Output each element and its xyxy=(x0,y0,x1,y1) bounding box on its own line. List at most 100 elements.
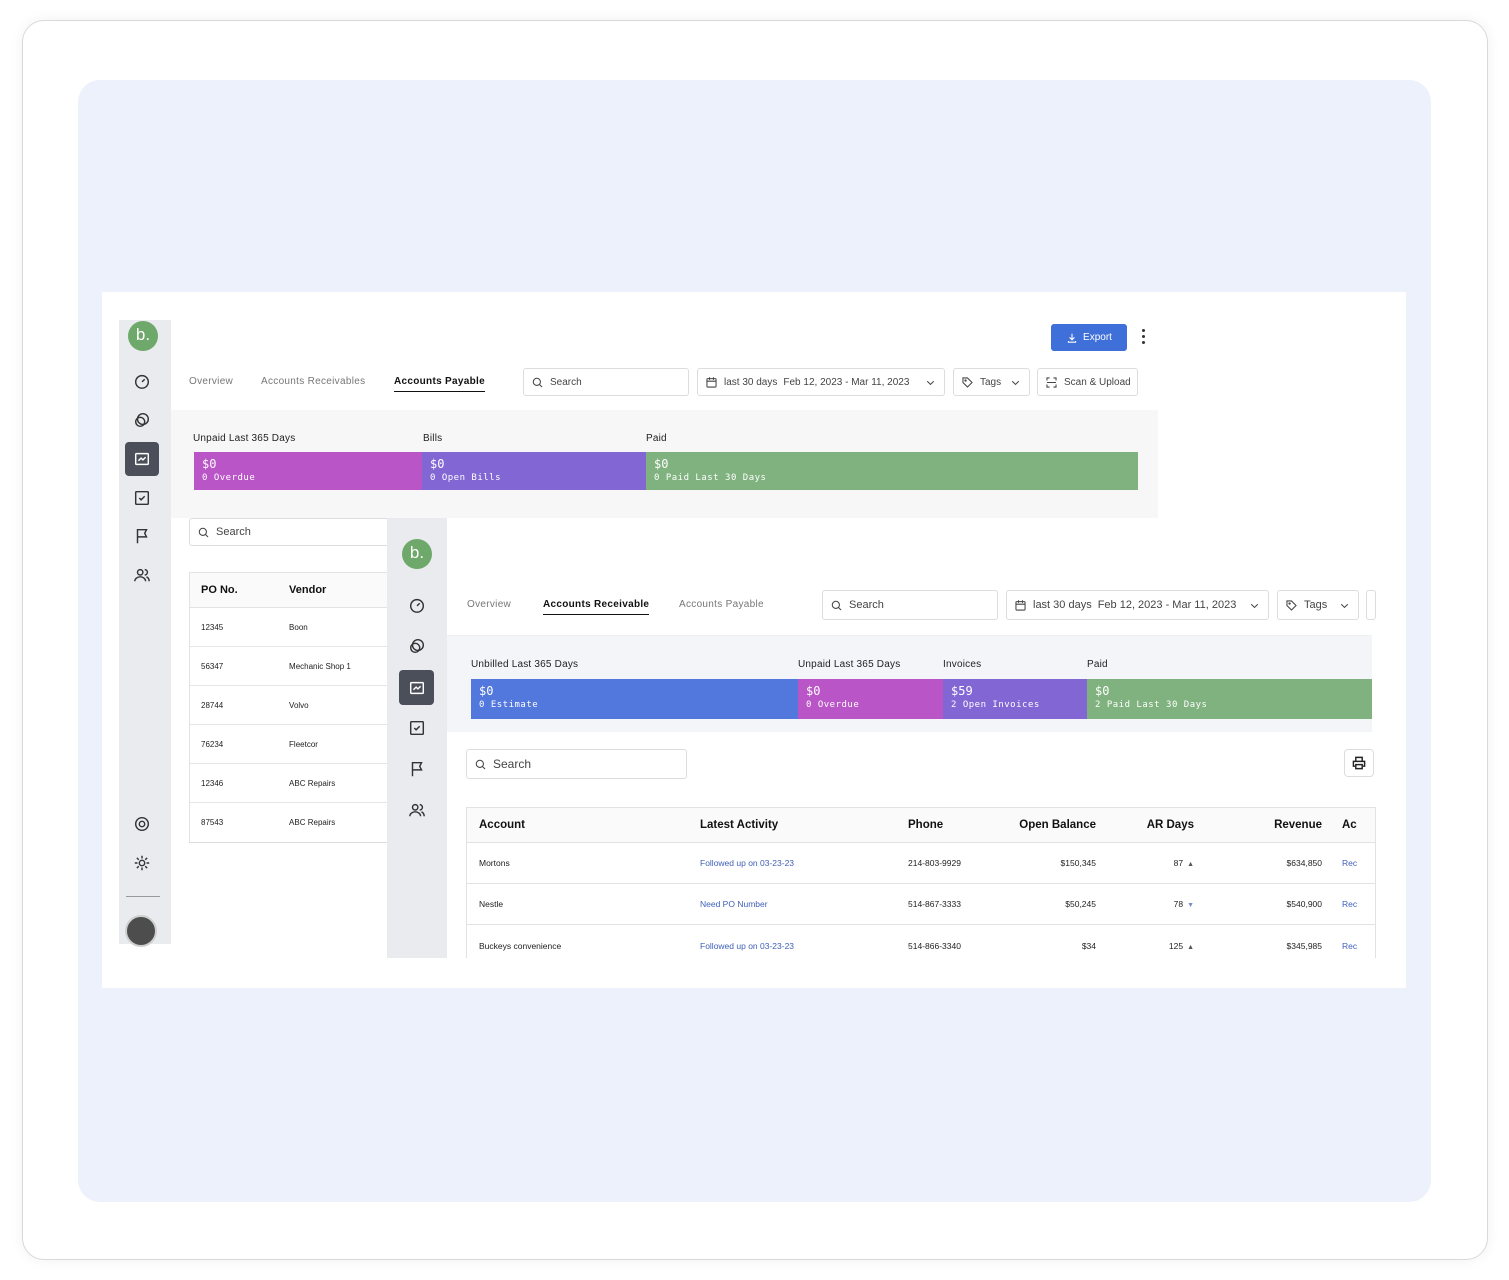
export-button[interactable]: Export xyxy=(1051,324,1127,351)
checkbox-icon[interactable] xyxy=(125,481,159,515)
front-sidebar: b. xyxy=(387,518,447,958)
table-row[interactable]: 12346 ABC Repairs xyxy=(190,764,387,803)
activity-link[interactable]: Followed up on 03-23-23 xyxy=(700,858,908,868)
scan-icon xyxy=(1046,376,1057,388)
stat-label-paid: Paid xyxy=(1087,659,1108,670)
stat-card-open-invoices[interactable]: $59 2 Open Invoices xyxy=(943,679,1087,719)
back-date-range-select[interactable]: last 30 days Feb 12, 2023 - Mar 11, 2023 xyxy=(697,368,945,396)
tab-accounts-payable[interactable]: Accounts Payable xyxy=(679,599,764,610)
back-table-search[interactable]: Search xyxy=(189,518,394,546)
invoice-icon[interactable] xyxy=(399,670,434,705)
chevron-down-icon xyxy=(1250,603,1259,608)
column-latest-activity[interactable]: Latest Activity xyxy=(700,819,908,831)
sidebar-divider xyxy=(126,896,160,897)
dashboard-icon[interactable] xyxy=(125,364,159,398)
table-row[interactable]: 56347 Mechanic Shop 1 xyxy=(190,647,387,686)
table-header: Account Latest Activity Phone Open Balan… xyxy=(467,808,1375,843)
help-icon[interactable] xyxy=(125,807,159,841)
front-table-search[interactable]: Search xyxy=(466,749,687,779)
tag-icon xyxy=(1286,599,1297,611)
row-action-link[interactable]: Rec xyxy=(1322,899,1357,909)
trend-down-icon: ▼ xyxy=(1187,902,1194,909)
screenshot-canvas: b. Export Overview Accounts Receivables … xyxy=(102,292,1406,988)
app-logo[interactable]: b. xyxy=(402,539,432,569)
coins-icon[interactable] xyxy=(400,629,434,663)
back-header xyxy=(171,320,1158,410)
tab-accounts-payable[interactable]: Accounts Payable xyxy=(394,376,485,392)
tag-icon xyxy=(962,376,973,388)
search-icon xyxy=(532,377,543,387)
column-ar-days[interactable]: AR Days xyxy=(1096,819,1194,831)
stat-label-bills: Bills xyxy=(423,433,443,444)
settings-icon[interactable] xyxy=(125,846,159,880)
calendar-icon xyxy=(706,376,717,388)
tab-overview[interactable]: Overview xyxy=(467,599,511,610)
table-row[interactable]: 28744 Volvo xyxy=(190,686,387,725)
print-button[interactable] xyxy=(1344,749,1374,777)
table-row[interactable]: 76234 Fleetcor xyxy=(190,725,387,764)
tab-accounts-receivable[interactable]: Accounts Receivable xyxy=(543,599,650,615)
users-icon[interactable] xyxy=(400,793,434,827)
chevron-down-icon xyxy=(1340,603,1349,608)
column-revenue[interactable]: Revenue xyxy=(1194,819,1322,831)
table-row[interactable]: Mortons Followed up on 03-23-23 214-803-… xyxy=(467,843,1375,884)
search-icon xyxy=(475,759,486,769)
coins-icon[interactable] xyxy=(125,403,159,437)
tab-overview[interactable]: Overview xyxy=(189,376,233,387)
front-scan-button-partial[interactable] xyxy=(1366,590,1376,620)
stat-card-paid[interactable]: $0 2 Paid Last 30 Days xyxy=(1087,679,1372,719)
stat-card-overdue[interactable]: $0 0 Overdue xyxy=(194,452,422,490)
column-vendor[interactable]: Vendor xyxy=(289,584,387,596)
chevron-down-icon xyxy=(926,380,935,385)
flag-icon[interactable] xyxy=(125,519,159,553)
front-topbar xyxy=(447,518,1372,576)
table-header: PO No. Vendor xyxy=(190,573,387,608)
table-row[interactable]: Nestle Need PO Number 514-867-3333 $50,2… xyxy=(467,884,1375,925)
stat-label-paid: Paid xyxy=(646,433,667,444)
search-icon xyxy=(198,527,209,537)
activity-link[interactable]: Followed up on 03-23-23 xyxy=(700,941,908,951)
dashboard-icon[interactable] xyxy=(400,588,434,622)
users-icon[interactable] xyxy=(125,558,159,592)
row-action-link[interactable]: Rec xyxy=(1322,941,1357,951)
trend-up-icon: ▲ xyxy=(1187,861,1194,868)
column-phone[interactable]: Phone xyxy=(908,819,1003,831)
invoice-icon[interactable] xyxy=(125,442,159,476)
flag-icon[interactable] xyxy=(400,752,434,786)
table-row[interactable]: 87543 ABC Repairs xyxy=(190,803,387,842)
column-po-no[interactable]: PO No. xyxy=(190,584,289,596)
back-tags-select[interactable]: Tags xyxy=(953,368,1030,396)
stat-label-invoices: Invoices xyxy=(943,659,982,670)
stat-card-paid[interactable]: $0 0 Paid Last 30 Days xyxy=(646,452,1138,490)
row-action-link[interactable]: Rec xyxy=(1322,858,1357,868)
search-icon xyxy=(831,600,842,610)
back-search-input[interactable]: Search xyxy=(523,368,689,396)
column-action[interactable]: Ac xyxy=(1322,819,1357,831)
column-open-balance[interactable]: Open Balance xyxy=(1003,819,1096,831)
more-options-icon[interactable] xyxy=(1138,329,1148,346)
tab-accounts-receivables[interactable]: Accounts Receivables xyxy=(261,376,365,387)
stat-label-unpaid: Unpaid Last 365 Days xyxy=(798,659,901,670)
column-account[interactable]: Account xyxy=(467,819,700,831)
stat-card-estimate[interactable]: $0 0 Estimate xyxy=(471,679,798,719)
calendar-icon xyxy=(1015,599,1026,611)
stat-card-open-bills[interactable]: $0 0 Open Bills xyxy=(422,452,646,490)
front-date-range-select[interactable]: last 30 days Feb 12, 2023 - Mar 11, 2023 xyxy=(1006,590,1269,620)
printer-icon xyxy=(1352,756,1366,770)
stat-card-overdue[interactable]: $0 0 Overdue xyxy=(798,679,943,719)
table-row[interactable]: 12345 Boon xyxy=(190,608,387,647)
chevron-down-icon xyxy=(1011,380,1020,385)
front-search-input[interactable]: Search xyxy=(822,590,998,620)
front-tags-select[interactable]: Tags xyxy=(1277,590,1359,620)
canvas-bottom-strip xyxy=(447,958,1406,988)
scan-upload-button[interactable]: Scan & Upload xyxy=(1037,368,1138,396)
accounts-table: Account Latest Activity Phone Open Balan… xyxy=(466,807,1376,967)
trend-up-icon: ▲ xyxy=(1187,943,1194,951)
activity-link[interactable]: Need PO Number xyxy=(700,899,908,909)
stat-label-unbilled: Unbilled Last 365 Days xyxy=(471,659,579,670)
avatar[interactable] xyxy=(125,915,157,947)
po-table: PO No. Vendor 12345 Boon 56347 Mechanic Sh… xyxy=(189,572,388,843)
app-logo[interactable]: b. xyxy=(128,321,158,351)
checkbox-icon[interactable] xyxy=(400,711,434,745)
stat-label-unpaid: Unpaid Last 365 Days xyxy=(193,433,296,444)
